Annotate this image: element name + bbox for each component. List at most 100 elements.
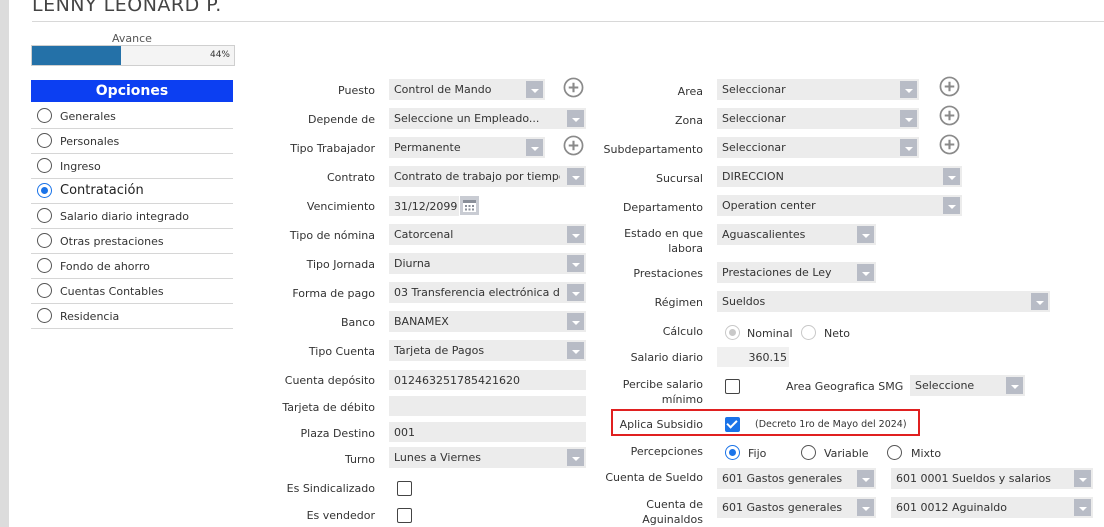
vencimiento-input[interactable]: 31/12/2099 xyxy=(389,196,459,216)
option-contratacion[interactable]: Contratación xyxy=(31,179,233,204)
area-geografica-select[interactable]: Seleccione xyxy=(910,375,1025,396)
es-sindicalizado-checkbox[interactable] xyxy=(397,481,412,496)
estado-label-line2: labora xyxy=(668,242,703,255)
plaza-destino-input[interactable]: 001 xyxy=(389,422,586,442)
estado-select[interactable]: Aguascalientes xyxy=(717,224,876,245)
puesto-select[interactable]: Control de Mando xyxy=(389,79,545,100)
tipo-cuenta-value: Tarjeta de Pagos xyxy=(394,344,485,357)
banco-label: Banco xyxy=(340,316,375,329)
zona-select[interactable]: Seleccionar xyxy=(717,108,919,129)
radio-selected-icon[interactable] xyxy=(37,183,52,198)
prestaciones-select[interactable]: Prestaciones de Ley xyxy=(717,262,876,283)
percepciones-mixto-radio[interactable] xyxy=(887,445,902,460)
depende-select[interactable]: Seleccione un Empleado... xyxy=(389,108,586,129)
plaza-destino-label: Plaza Destino xyxy=(300,427,375,440)
area-select[interactable]: Seleccionar xyxy=(717,79,919,100)
cuenta-aguinaldos-select-2[interactable]: 601 0012 Aguinaldo xyxy=(891,497,1093,518)
option-label: Otras prestaciones xyxy=(60,235,164,248)
radio-icon[interactable] xyxy=(37,133,52,148)
chevron-down-icon xyxy=(1074,499,1091,516)
tipo-cuenta-select[interactable]: Tarjeta de Pagos xyxy=(389,340,586,361)
chevron-down-icon xyxy=(1006,377,1023,394)
aplica-subsidio-checkbox[interactable] xyxy=(725,417,740,432)
chevron-down-icon xyxy=(526,139,543,156)
calendar-icon[interactable] xyxy=(460,196,479,215)
left-edge-bar xyxy=(0,0,9,527)
aplica-subsidio-note: (Decreto 1ro de Mayo del 2024) xyxy=(755,419,907,430)
estado-label-line1: Estado en que xyxy=(624,227,703,240)
add-puesto-plus-icon[interactable] xyxy=(563,77,584,98)
sucursal-label: Sucursal xyxy=(655,172,703,185)
add-area-plus-icon[interactable] xyxy=(939,76,960,97)
option-label: Contratación xyxy=(60,183,144,198)
es-vendedor-checkbox[interactable] xyxy=(397,508,412,523)
cuenta-aguinaldos-value-1: 601 Gastos generales xyxy=(722,501,843,514)
calculo-neto-radio[interactable] xyxy=(801,325,816,340)
banco-value: BANAMEX xyxy=(394,315,449,328)
tipo-trabajador-select[interactable]: Permanente xyxy=(389,137,545,158)
area-geografica-value: Seleccione xyxy=(915,379,975,392)
radio-icon[interactable] xyxy=(37,283,52,298)
radio-icon[interactable] xyxy=(37,208,52,223)
add-subdepartamento-plus-icon[interactable] xyxy=(939,134,960,155)
area-geografica-label: Area Geografica SMG xyxy=(786,380,904,393)
calculo-label: Cálculo xyxy=(662,325,703,338)
option-residencia[interactable]: Residencia xyxy=(31,304,233,329)
chevron-down-icon xyxy=(567,342,584,359)
cuenta-sueldo-select-2[interactable]: 601 0001 Sueldos y salarios xyxy=(891,468,1093,489)
forma-pago-select[interactable]: 03 Transferencia electrónica de... xyxy=(389,282,586,303)
radio-icon[interactable] xyxy=(37,233,52,248)
chevron-down-icon xyxy=(857,470,874,487)
chevron-down-icon xyxy=(567,110,584,127)
tipo-trabajador-label: Tipo Trabajador xyxy=(290,142,375,155)
sucursal-select[interactable]: DIRECCION xyxy=(717,166,962,187)
percepciones-fijo-radio[interactable] xyxy=(725,445,740,460)
tarjeta-debito-input[interactable] xyxy=(389,396,586,416)
percepciones-variable-label: Variable xyxy=(824,447,869,460)
percibe-minimo-label: Percibe salario mínimo xyxy=(585,377,703,407)
add-tipo-trabajador-plus-icon[interactable] xyxy=(563,135,584,156)
cuenta-aguinaldos-select-1[interactable]: 601 Gastos generales xyxy=(717,497,876,518)
tipo-jornada-select[interactable]: Diurna xyxy=(389,253,586,274)
percibe-minimo-label-line2: mínimo xyxy=(661,393,703,406)
radio-icon[interactable] xyxy=(37,258,52,273)
chevron-down-icon xyxy=(567,226,584,243)
radio-icon[interactable] xyxy=(37,308,52,323)
radio-icon[interactable] xyxy=(37,108,52,123)
vencimiento-value: 31/12/2099 xyxy=(394,200,458,213)
option-cuentas-contables[interactable]: Cuentas Contables xyxy=(31,279,233,304)
departamento-select[interactable]: Operation center xyxy=(717,195,962,216)
subdepartamento-select[interactable]: Seleccionar xyxy=(717,137,919,158)
depende-value: Seleccione un Empleado... xyxy=(394,112,540,125)
banco-select[interactable]: BANAMEX xyxy=(389,311,586,332)
zona-value: Seleccionar xyxy=(722,112,786,125)
percepciones-variable-radio[interactable] xyxy=(801,445,816,460)
calculo-nominal-radio[interactable] xyxy=(725,325,740,340)
option-salario-diario-integrado[interactable]: Salario diario integrado xyxy=(31,204,233,229)
option-ingreso[interactable]: Ingreso xyxy=(31,154,233,179)
cuenta-deposito-input[interactable]: 012463251785421620 xyxy=(389,370,586,390)
tipo-nomina-label: Tipo de nómina xyxy=(289,229,375,242)
turno-select[interactable]: Lunes a Viernes xyxy=(389,447,586,468)
area-label: Area xyxy=(677,85,703,98)
contrato-select[interactable]: Contrato de trabajo por tiempo... xyxy=(389,166,586,187)
regimen-value: Sueldos xyxy=(722,295,766,308)
option-label: Ingreso xyxy=(60,160,101,173)
percibe-minimo-checkbox[interactable] xyxy=(725,379,740,394)
option-label: Fondo de ahorro xyxy=(60,260,150,273)
radio-icon[interactable] xyxy=(37,158,52,173)
cuenta-aguinaldos-label: Cuenta de Aguinaldos xyxy=(585,497,703,527)
regimen-select[interactable]: Sueldos xyxy=(717,291,1050,312)
salario-diario-input[interactable]: 360.15 xyxy=(717,347,789,367)
option-personales[interactable]: Personales xyxy=(31,129,233,154)
area-value: Seleccionar xyxy=(722,83,786,96)
tipo-nomina-select[interactable]: Catorcenal xyxy=(389,224,586,245)
add-zona-plus-icon[interactable] xyxy=(939,105,960,126)
option-otras-prestaciones[interactable]: Otras prestaciones xyxy=(31,229,233,254)
chevron-down-icon xyxy=(900,81,917,98)
option-generales[interactable]: Generales xyxy=(31,104,233,129)
option-fondo-ahorro[interactable]: Fondo de ahorro xyxy=(31,254,233,279)
plaza-destino-value: 001 xyxy=(394,426,415,439)
cuenta-sueldo-select-1[interactable]: 601 Gastos generales xyxy=(717,468,876,489)
tarjeta-debito-label: Tarjeta de débito xyxy=(282,401,375,414)
